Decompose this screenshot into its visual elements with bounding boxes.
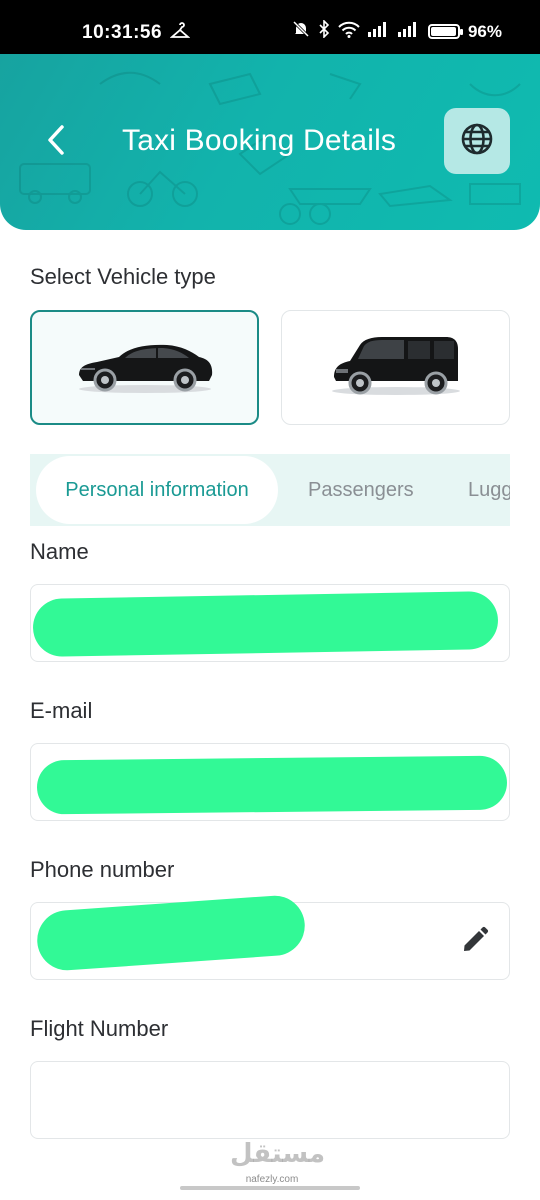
tab-passengers[interactable]: Passengers	[308, 454, 414, 526]
wifi-icon	[338, 21, 360, 43]
battery-icon	[427, 24, 463, 39]
hanger-icon	[169, 22, 191, 45]
back-button[interactable]	[34, 120, 78, 164]
flight-number-input[interactable]	[31, 1062, 509, 1138]
app-header: Taxi Booking Details	[0, 54, 540, 230]
bluetooth-icon	[318, 19, 330, 43]
vehicle-option-sedan[interactable]	[30, 310, 259, 425]
name-label: Name	[30, 539, 89, 564]
pencil-icon	[461, 926, 489, 959]
email-label: E-mail	[30, 698, 93, 723]
vehicle-option-van[interactable]	[281, 310, 510, 425]
van-image	[328, 333, 464, 402]
edit-phone-button[interactable]	[459, 926, 491, 958]
page-title: Taxi Booking Details	[122, 124, 397, 157]
email-field	[30, 743, 510, 821]
tab-personal-information[interactable]: Personal information	[36, 456, 278, 524]
status-time: 10:31:56	[82, 22, 163, 43]
watermark-site: nafezly.com	[245, 1174, 299, 1185]
home-indicator[interactable]	[180, 1186, 360, 1190]
watermark-logo: مستقل	[230, 1138, 326, 1168]
sedan-car-image	[75, 335, 215, 400]
watermark: مستقل nafezly.com	[230, 1138, 326, 1185]
flight-number-label: Flight Number	[30, 1016, 169, 1041]
form-tabs: Personal information Passengers Lugg	[30, 454, 510, 526]
battery-percent: 96%	[467, 21, 502, 41]
tab-luggage[interactable]: Lugg	[468, 454, 510, 526]
redaction-mark	[36, 755, 508, 815]
globe-icon	[460, 122, 494, 161]
vehicle-type-label: Select Vehicle type	[30, 264, 216, 289]
redaction-mark	[32, 590, 499, 658]
name-field	[30, 584, 510, 662]
flight-number-field	[30, 1061, 510, 1139]
chevron-left-icon	[44, 123, 68, 162]
phone-label: Phone number	[30, 857, 175, 882]
language-button[interactable]	[444, 108, 510, 174]
phone-field	[30, 893, 510, 980]
mute-bell-icon	[292, 20, 310, 43]
signal-icon-1	[367, 21, 390, 42]
status-icons: 96%	[292, 19, 502, 43]
signal-icon-2	[397, 21, 420, 42]
status-bar: 10:31:56 96%	[0, 0, 540, 54]
